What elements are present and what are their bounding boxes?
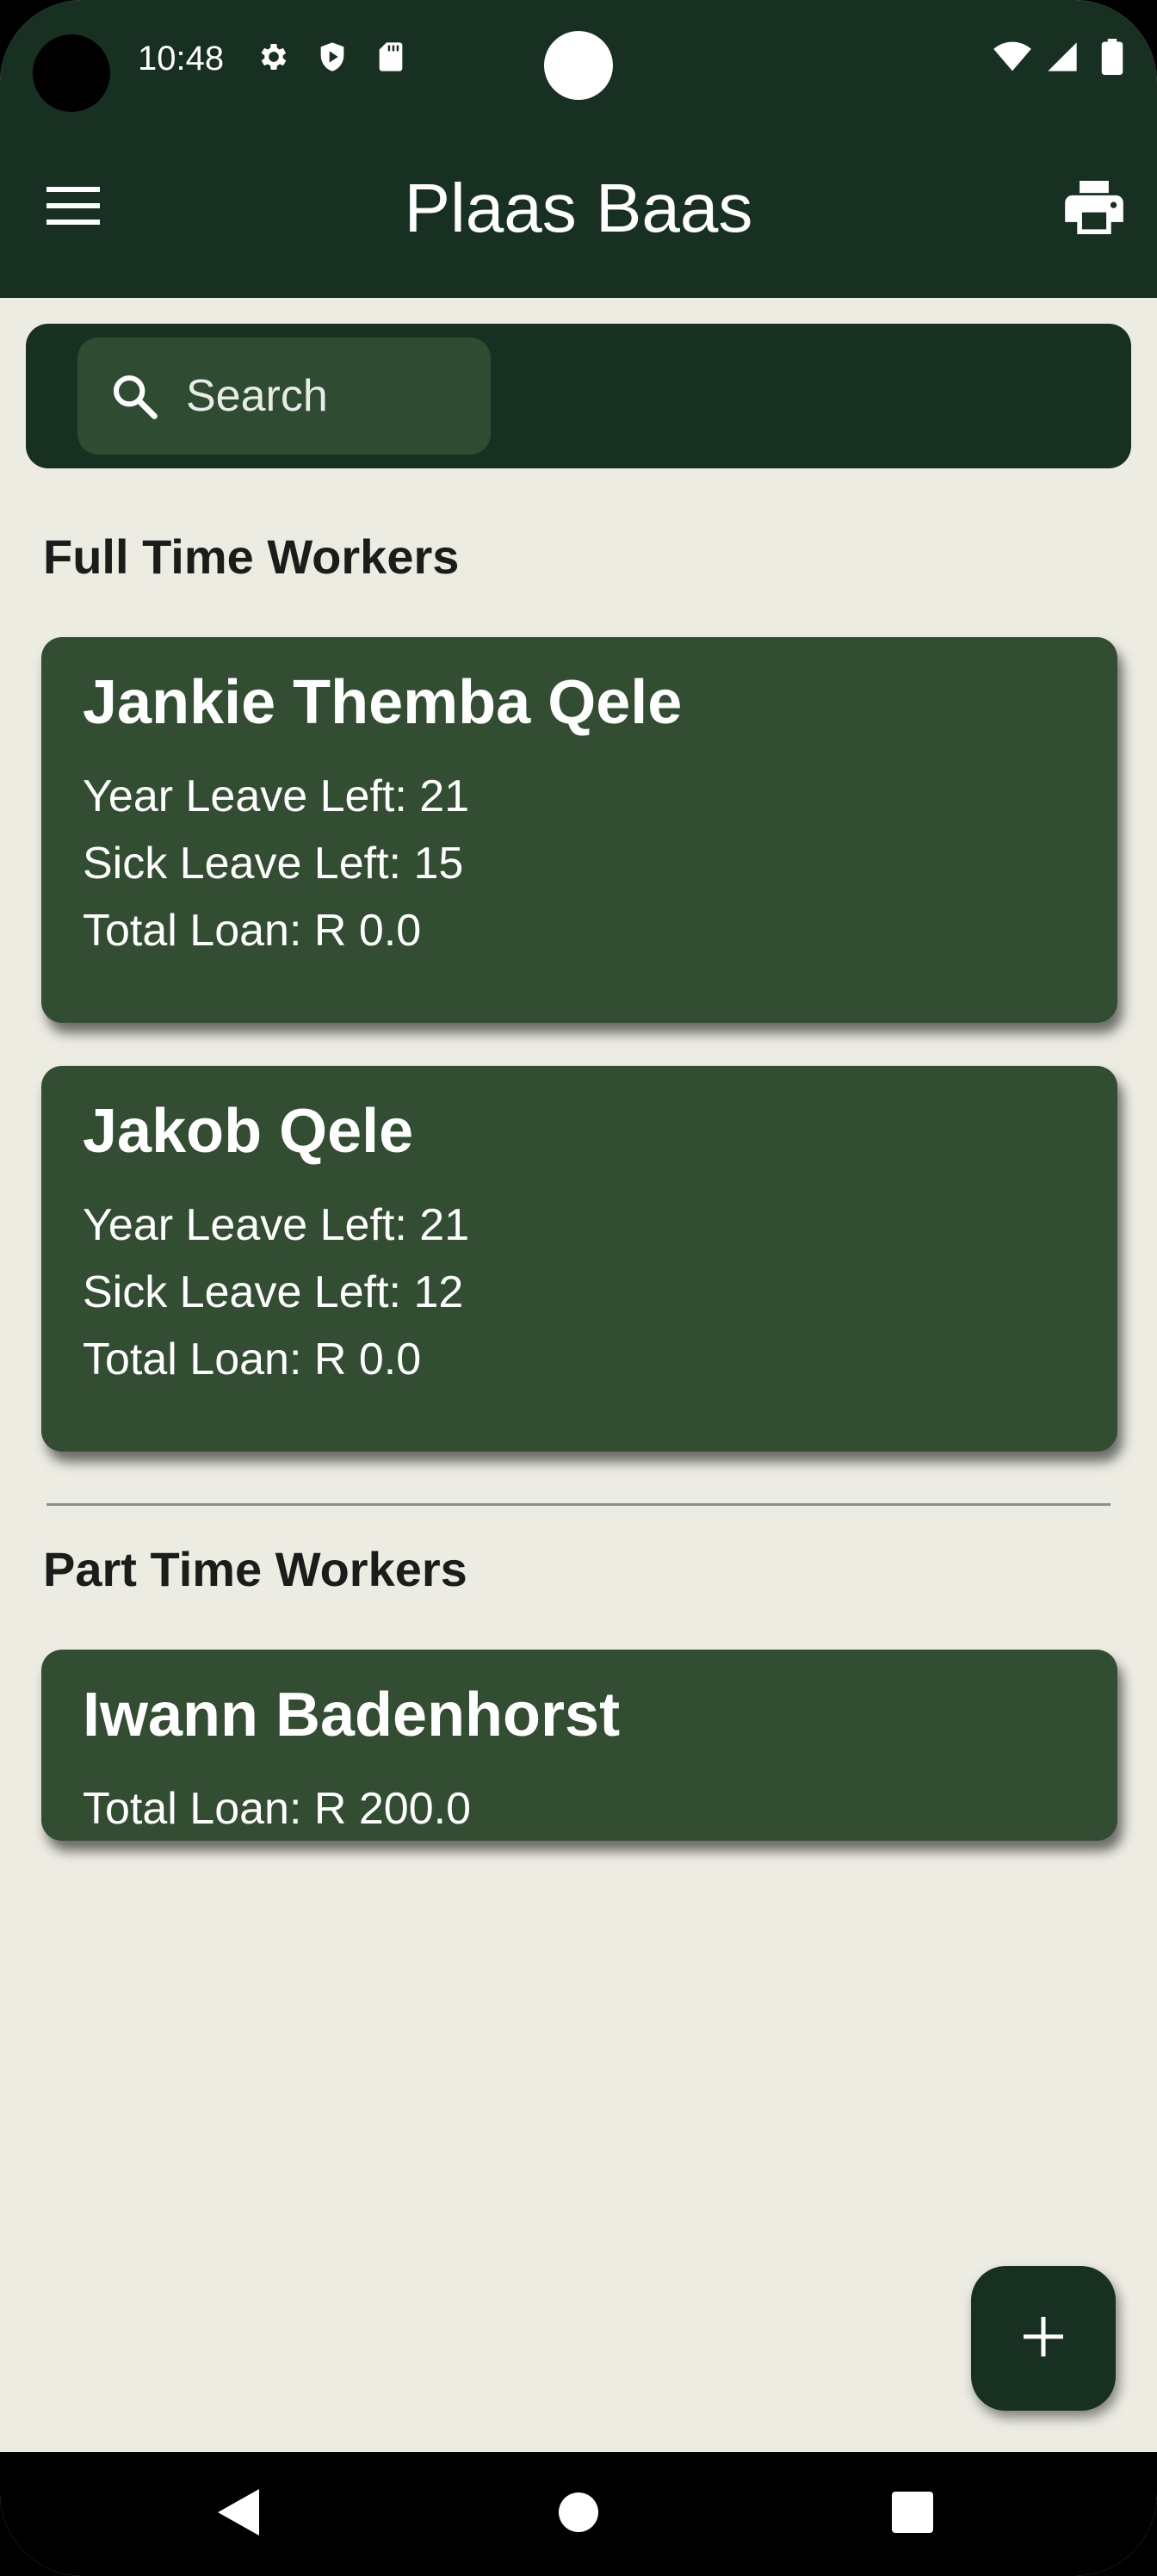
top-app-bar: 10:48 Plaas Baas [0, 0, 1157, 298]
gear-icon [255, 38, 293, 76]
wifi-icon [993, 38, 1031, 76]
year-leave-left: Year Leave Left: 21 [83, 1200, 470, 1250]
print-icon [1065, 180, 1123, 238]
part-time-section-title: Part Time Workers [43, 1542, 467, 1596]
status-time: 10:48 [138, 40, 225, 77]
signal-icon [1043, 38, 1081, 76]
add-worker-button[interactable] [971, 2266, 1116, 2411]
shield-play-icon [313, 38, 351, 76]
sick-leave-left: Sick Leave Left: 15 [83, 839, 464, 889]
worker-card[interactable]: Iwann Badenhorst Total Loan: R 200.0 [41, 1650, 1117, 1841]
sd-card-icon [372, 38, 410, 76]
back-icon [218, 2488, 261, 2540]
recents-button[interactable] [878, 2480, 947, 2548]
home-button[interactable] [544, 2480, 613, 2548]
screen: 10:48 Plaas Baas Search Full Time Worker… [0, 0, 1157, 2576]
sick-leave-left: Sick Leave Left: 12 [83, 1267, 464, 1317]
back-button[interactable] [205, 2480, 274, 2548]
year-leave-left: Year Leave Left: 21 [83, 771, 470, 821]
total-loan: Total Loan: R 0.0 [83, 906, 422, 956]
status-icons-right [993, 38, 1131, 76]
status-icons-left [255, 38, 410, 76]
search-icon [108, 370, 160, 422]
battery-icon [1093, 38, 1131, 76]
worker-name: Jakob Qele [83, 1097, 414, 1166]
section-divider [46, 1503, 1111, 1506]
home-icon [558, 2492, 599, 2537]
front-camera [33, 34, 110, 112]
total-loan: Total Loan: R 0.0 [83, 1334, 422, 1384]
worker-card[interactable]: Jankie Themba Qele Year Leave Left: 21 S… [41, 637, 1117, 1023]
camera-cutout [544, 31, 613, 100]
search-field[interactable] [77, 337, 491, 455]
worker-card[interactable]: Jakob Qele Year Leave Left: 21 Sick Leav… [41, 1066, 1117, 1452]
recents-icon [892, 2491, 933, 2537]
search-bar [26, 324, 1131, 468]
search-input[interactable] [186, 370, 470, 422]
print-button[interactable] [1055, 172, 1133, 246]
full-time-section-title: Full Time Workers [43, 529, 460, 584]
system-nav-bar [0, 2452, 1157, 2576]
app-title: Plaas Baas [404, 170, 753, 246]
total-loan: Total Loan: R 200.0 [83, 1784, 471, 1834]
worker-name: Iwann Badenhorst [83, 1681, 621, 1749]
worker-name: Jankie Themba Qele [83, 668, 683, 737]
plus-icon [1024, 2316, 1063, 2361]
